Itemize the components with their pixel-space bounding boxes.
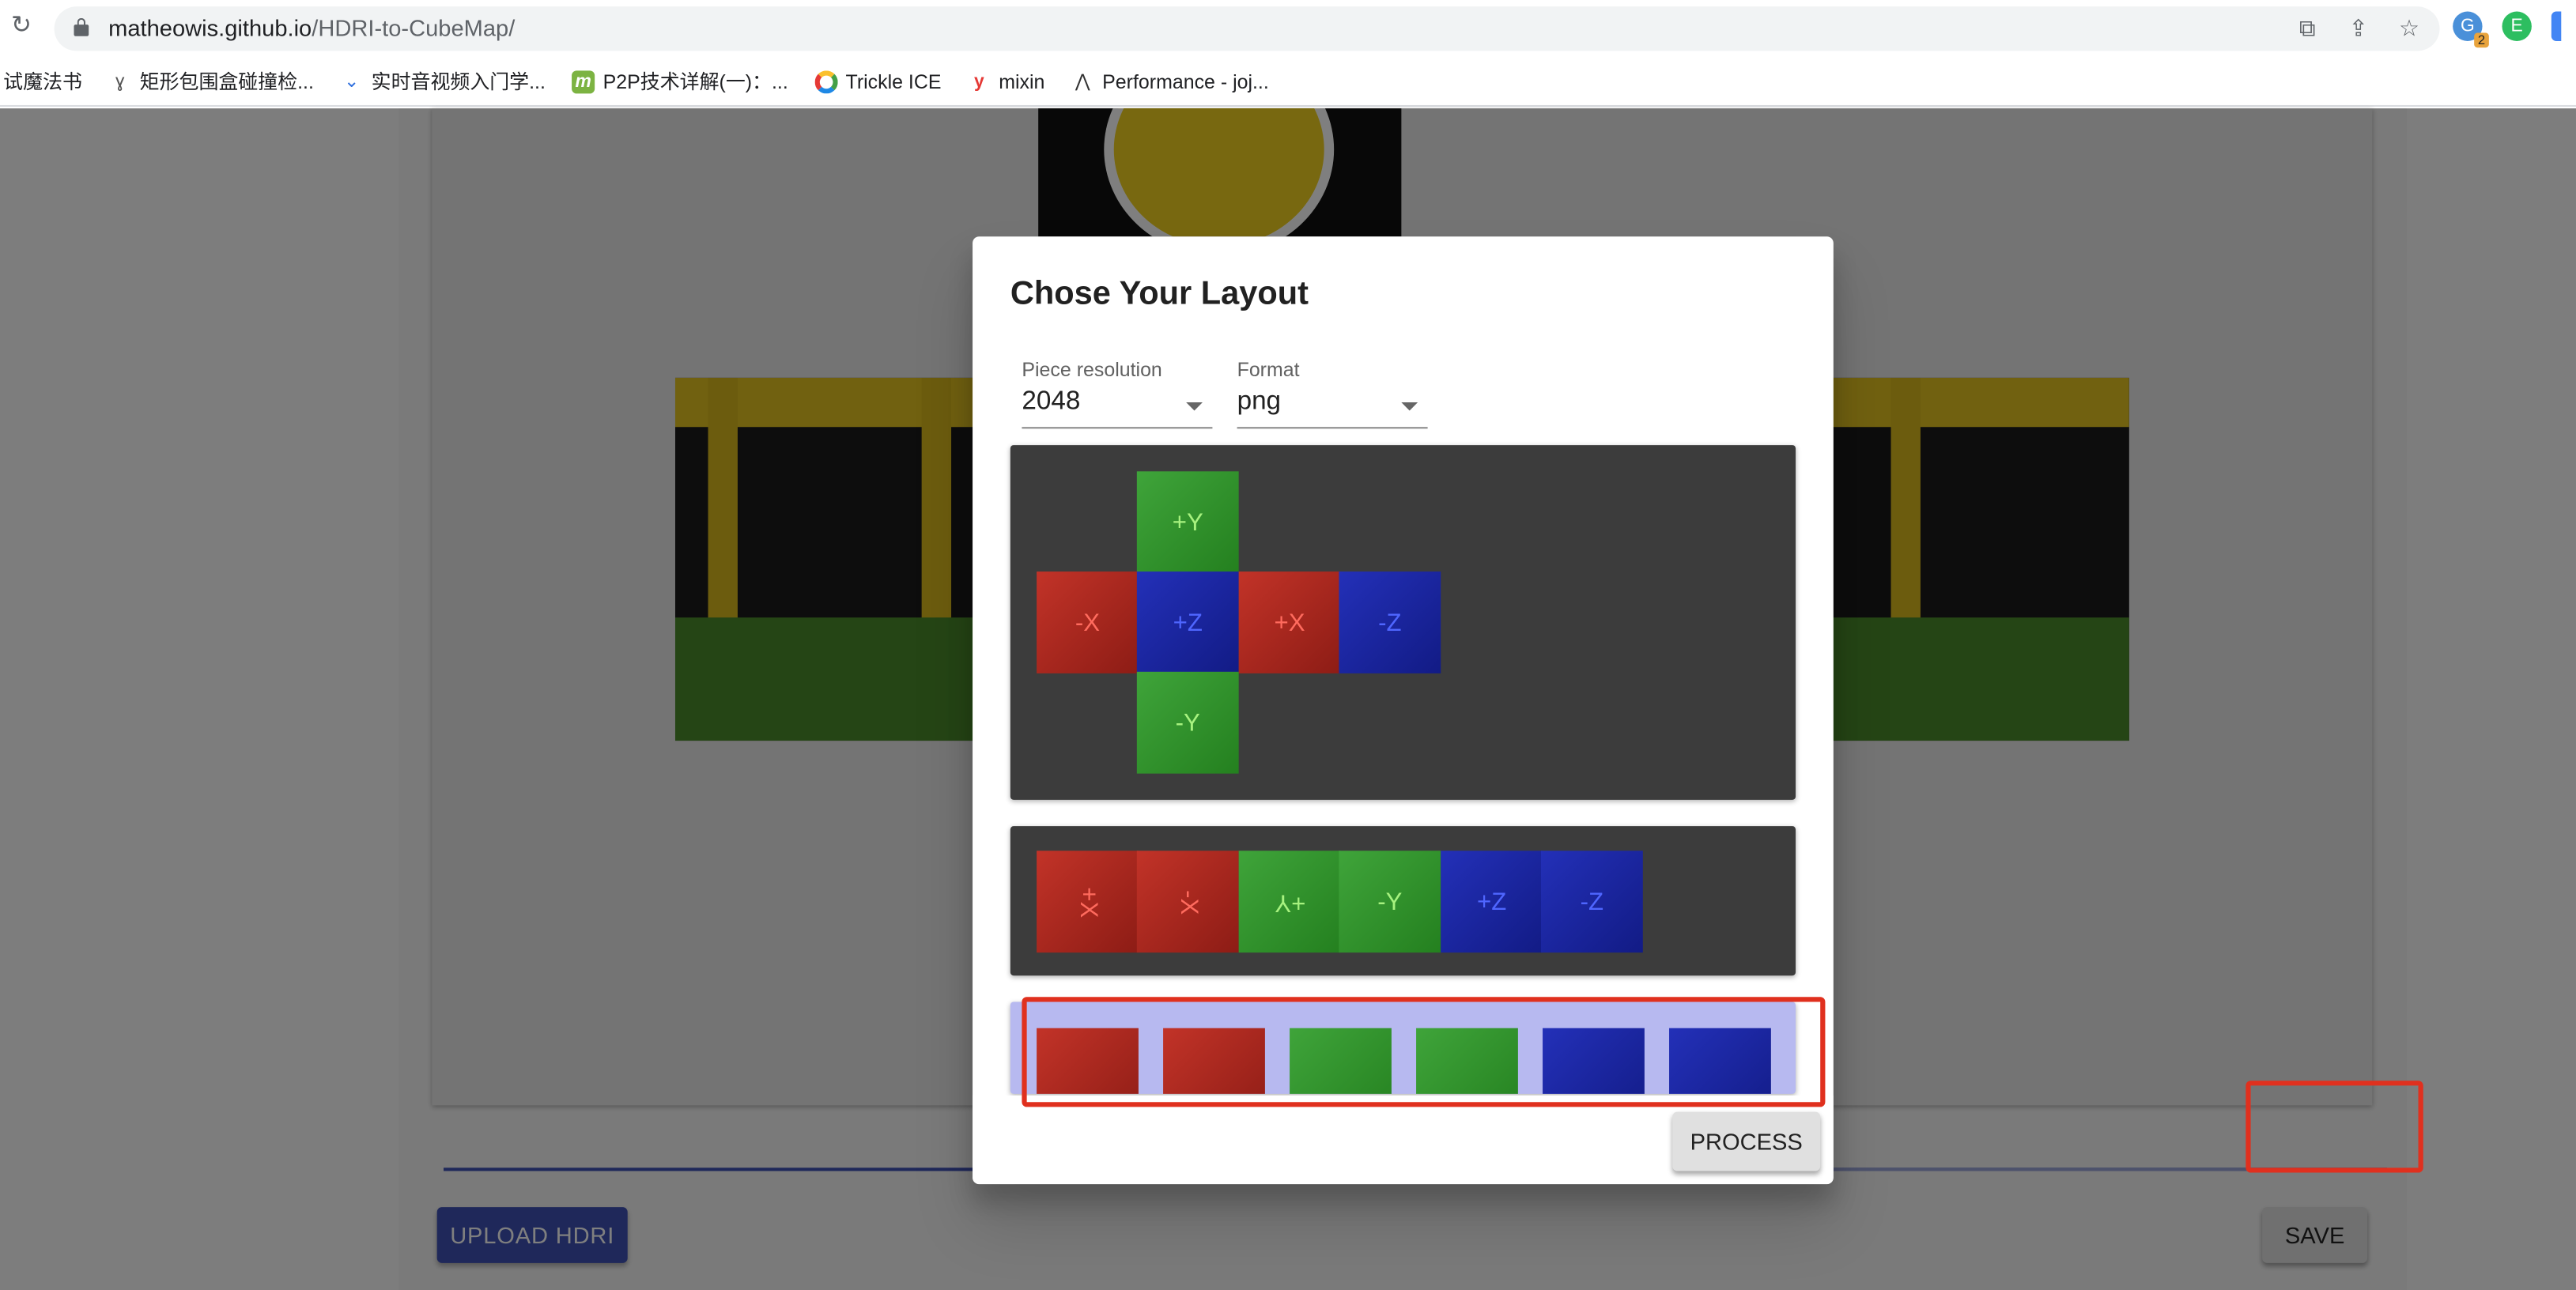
bookmark-label: 试魔法书: [3, 70, 82, 94]
cube-face: -X: [1037, 571, 1139, 673]
bookmark-label: 实时音视频入门学...: [371, 70, 546, 94]
bookmark-star-icon[interactable]: ☆: [2395, 12, 2423, 45]
face-label: -Y: [1377, 888, 1403, 916]
face-label: -X: [1173, 889, 1202, 915]
url-host: matheowis.github.io: [108, 14, 312, 41]
bookmark-item[interactable]: Trickle ICE: [814, 70, 942, 93]
bookmark-label: mixin: [999, 70, 1045, 93]
bookmark-item[interactable]: ⋀ Performance - joj...: [1071, 70, 1269, 92]
cube-face: -Y: [1339, 851, 1441, 953]
reload-icon[interactable]: ↻: [8, 13, 34, 40]
bookmarks-bar: 试魔法书 ɣ 矩形包围盒碰撞检... ⌄ 实时音视频入门学... m P2P技术详解(…: [0, 57, 2576, 108]
face-label: +Y: [1274, 888, 1305, 916]
bookmark-label: 矩形包围盒碰撞检...: [139, 70, 314, 94]
chevron-down-icon: [1186, 402, 1203, 411]
squirrel-icon: ɣ: [115, 71, 125, 92]
layout-highlight-annotation: [1022, 997, 1826, 1107]
resolution-value: 2048: [1022, 387, 1081, 416]
bookmark-item[interactable]: ⌄ 实时音视频入门学...: [340, 67, 546, 95]
chevron-logo-icon: ⌄: [344, 71, 360, 92]
bookmark-item[interactable]: ɣ 矩形包围盒碰撞检...: [108, 67, 314, 95]
resolution-label: Piece resolution: [1022, 357, 1162, 382]
cube-face: -X: [1136, 851, 1239, 953]
cube-face: -Z: [1540, 851, 1643, 953]
url-path: /HDRI-to-CubeMap/: [312, 14, 516, 41]
bookmark-label: P2P技术详解(一)：...: [602, 70, 788, 94]
url-text[interactable]: matheowis.github.io/HDRI-to-CubeMap/: [108, 15, 515, 41]
lock-icon[interactable]: [74, 17, 89, 36]
dialog-actions: PROCESS: [973, 1095, 1834, 1185]
share-icon[interactable]: ⇪: [2344, 12, 2372, 45]
face-label: +X: [1073, 886, 1102, 918]
y-logo-icon: y: [973, 71, 984, 92]
process-button[interactable]: PROCESS: [1672, 1111, 1821, 1171]
face-label: +X: [1274, 608, 1305, 637]
face-label: -Y: [1175, 708, 1200, 737]
layout-option-cross[interactable]: +Y -X +Z +X -Z -Y: [1010, 445, 1796, 800]
face-label: -X: [1075, 608, 1101, 637]
cube-face: +Y: [1136, 471, 1239, 574]
m-logo-icon: m: [572, 70, 595, 93]
cube-face: +X: [1037, 851, 1139, 953]
face-label: +Y: [1172, 508, 1203, 537]
cube-face: +Y: [1238, 851, 1341, 953]
address-bar[interactable]: matheowis.github.io/HDRI-to-CubeMap/ ⧉ ⇪…: [54, 6, 2440, 51]
chevron-down-icon: [1401, 402, 1418, 411]
face-label: -Z: [1580, 888, 1604, 916]
cube-face: +Z: [1441, 851, 1543, 953]
save-highlight-annotation: [2246, 1081, 2423, 1173]
cube-face: -Z: [1339, 571, 1441, 673]
bookmark-item[interactable]: y mixin: [968, 70, 1045, 92]
bookmark-item[interactable]: 试魔法书: [3, 67, 82, 95]
face-label: +Z: [1173, 608, 1203, 637]
format-label: Format: [1237, 357, 1300, 382]
bookmark-item[interactable]: m P2P技术详解(一)：...: [572, 67, 788, 95]
cube-face: +X: [1238, 571, 1341, 673]
stripes-logo-icon: ⋀: [1075, 71, 1090, 92]
face-label: +Z: [1477, 888, 1507, 916]
face-label: -Z: [1378, 608, 1402, 637]
browser-toolbar: ↻ matheowis.github.io/HDRI-to-CubeMap/ ⧉…: [0, 0, 2576, 58]
extension-badge: 2: [2474, 32, 2489, 48]
translate-icon[interactable]: ⧉: [2294, 12, 2321, 45]
webrtc-logo-icon: [814, 70, 838, 93]
cube-face: +Z: [1136, 571, 1239, 673]
profile-icon[interactable]: [2551, 11, 2562, 41]
resolution-field[interactable]: Piece resolution 2048: [1022, 357, 1213, 429]
bookmark-label: Performance - joj...: [1102, 70, 1269, 93]
bookmark-label: Trickle ICE: [845, 70, 942, 93]
resolution-select[interactable]: 2048: [1022, 387, 1213, 429]
format-value: png: [1237, 387, 1282, 416]
evernote-icon[interactable]: E: [2502, 11, 2532, 41]
extension-icon[interactable]: G2: [2453, 11, 2489, 48]
cube-face: -Y: [1136, 671, 1239, 774]
layout-option-line[interactable]: +X -X +Y -Y +Z -Z: [1010, 826, 1796, 976]
format-select[interactable]: png: [1237, 387, 1428, 429]
format-field[interactable]: Format png: [1237, 357, 1428, 429]
dialog-title: Chose Your Layout: [1010, 276, 1309, 312]
